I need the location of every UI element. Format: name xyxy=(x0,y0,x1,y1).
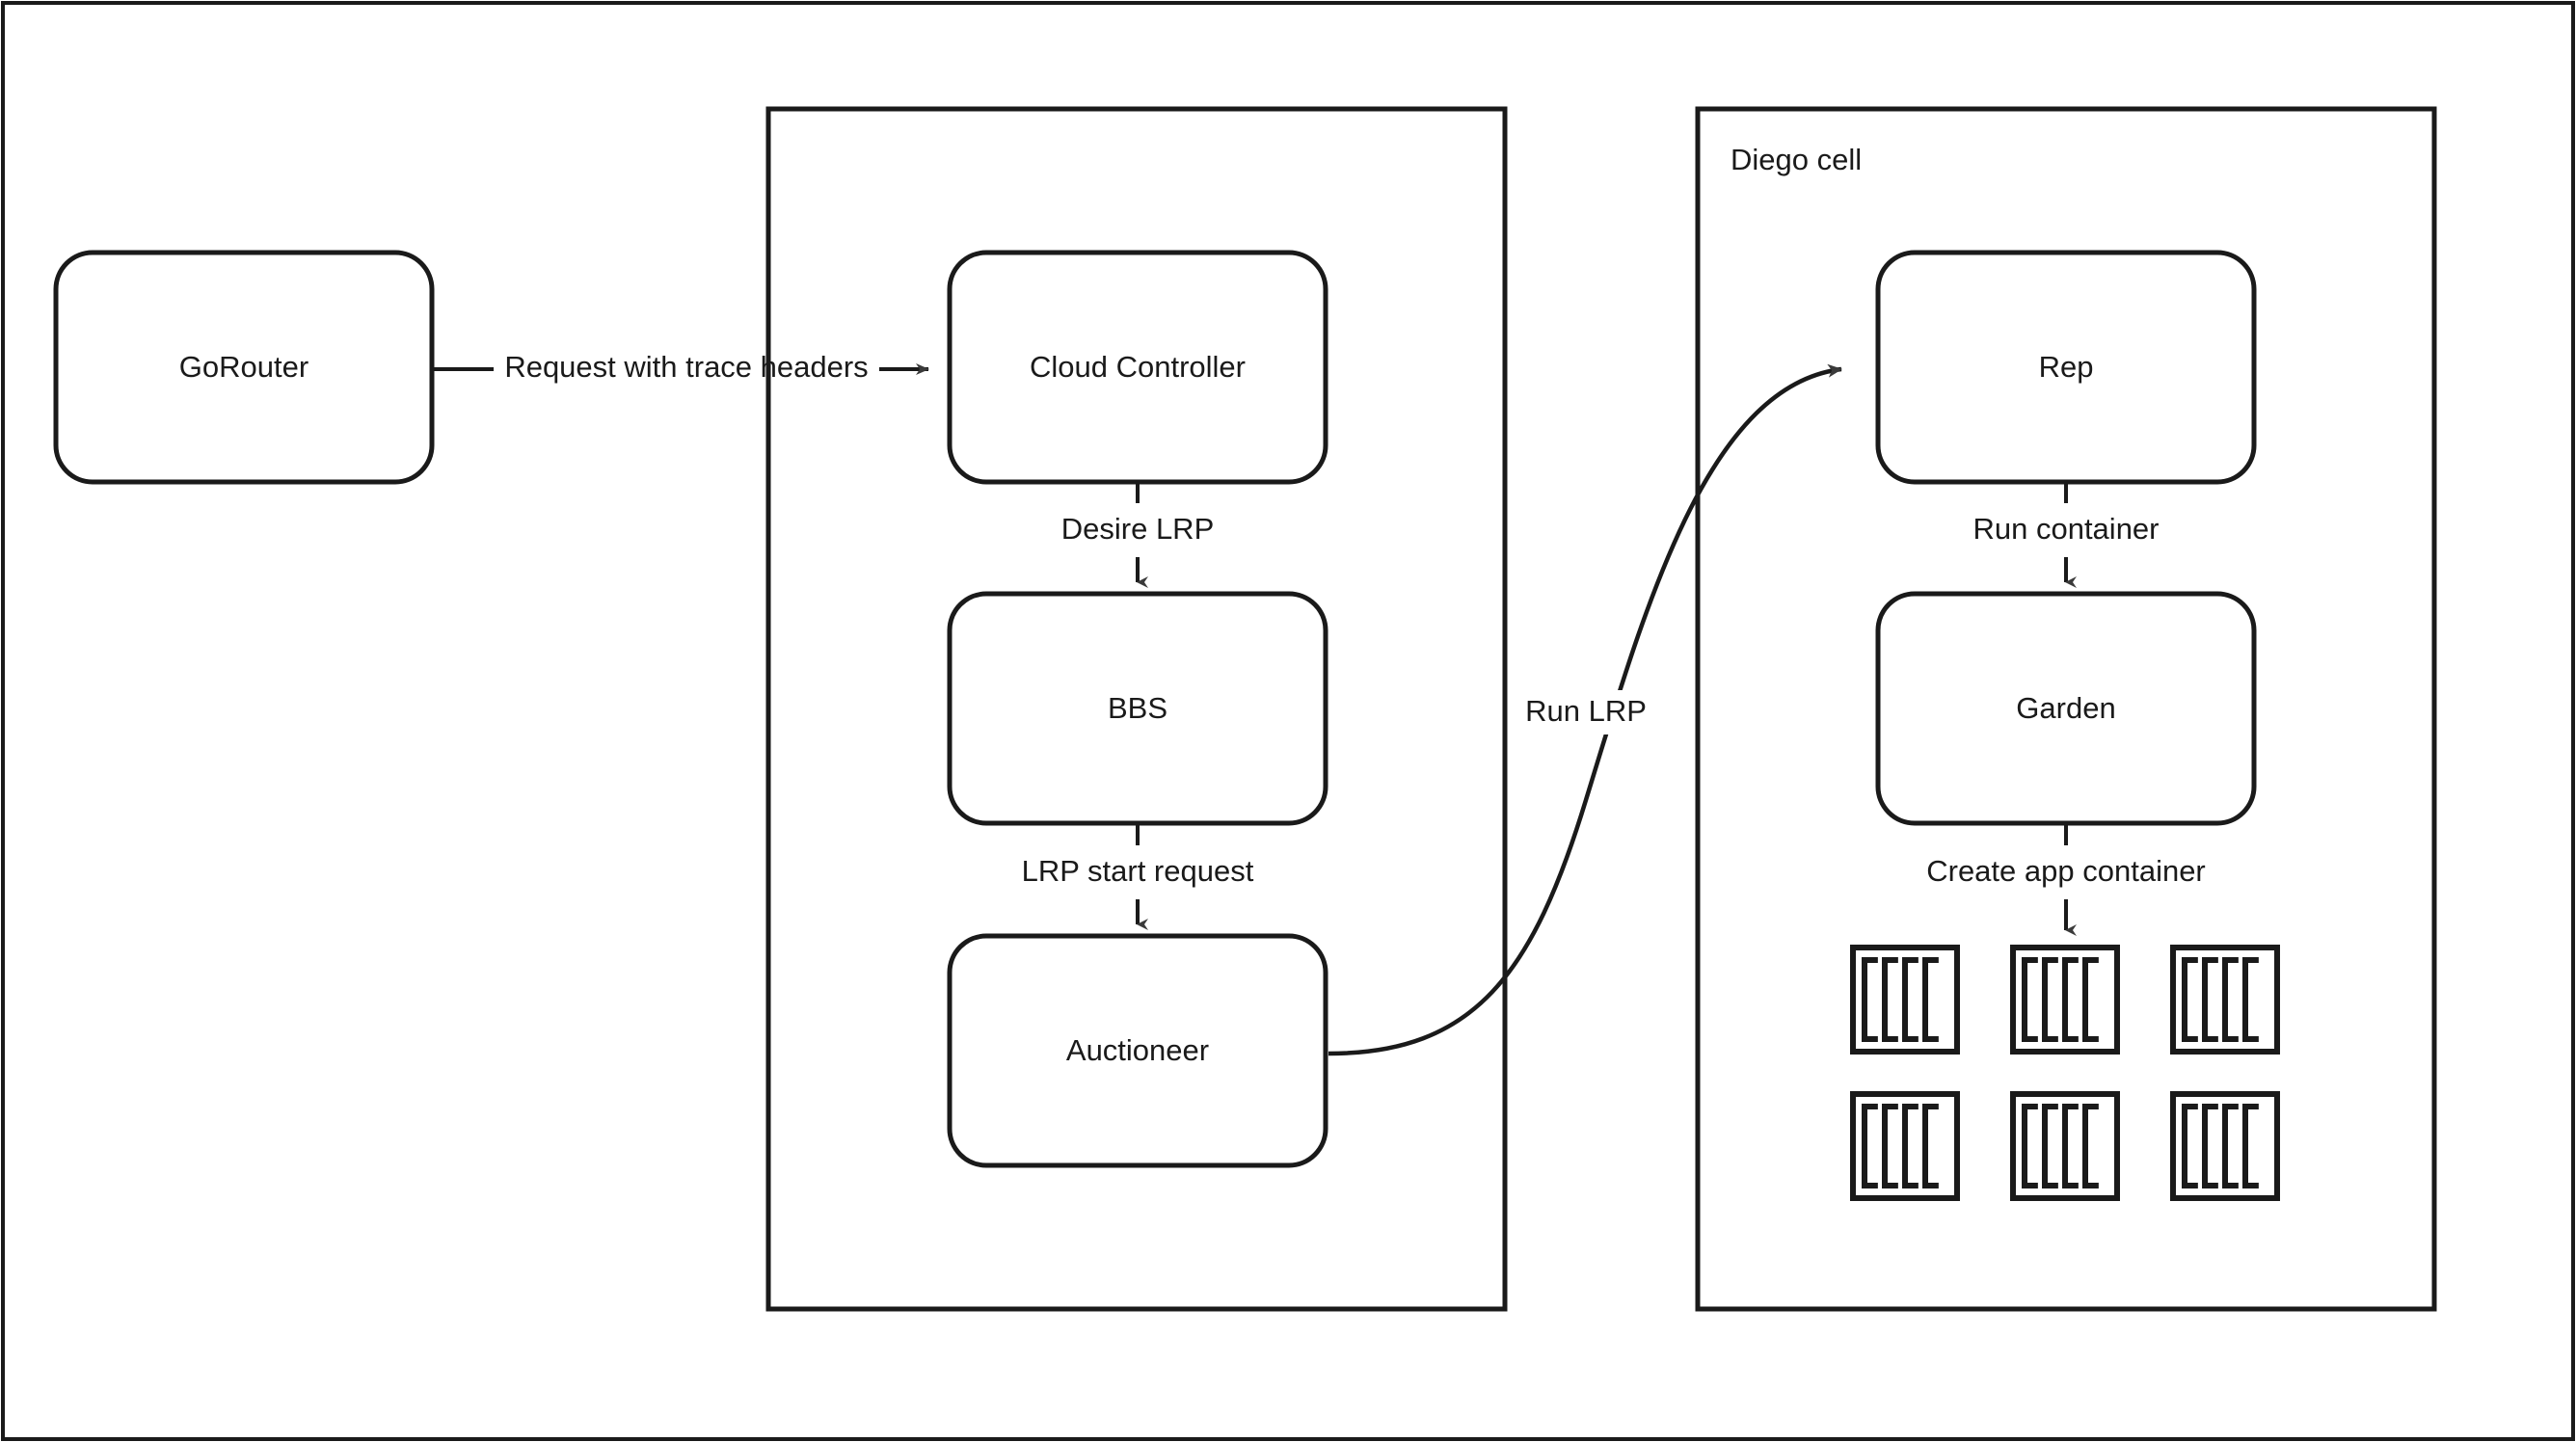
architecture-diagram: Diego cell Request with trace headers De… xyxy=(1,1,2575,1441)
edge-label-run-container: Run container xyxy=(1972,512,2159,546)
node-label-garden: Garden xyxy=(2016,691,2115,725)
node-label-auctioneer: Auctioneer xyxy=(1066,1033,1209,1067)
edge-gorouter-to-cloud-controller: Request with trace headers xyxy=(432,350,929,384)
node-cloud-controller[interactable]: Cloud Controller xyxy=(947,250,1328,485)
edge-label-run-lrp: Run LRP xyxy=(1525,694,1647,728)
node-bbs[interactable]: BBS xyxy=(947,591,1328,826)
node-auctioneer[interactable]: Auctioneer xyxy=(947,933,1328,1168)
edge-label-desire-lrp: Desire LRP xyxy=(1061,512,1215,546)
diagram-canvas: Diego cell Request with trace headers De… xyxy=(0,0,2576,1442)
edge-label-create-app-container: Create app container xyxy=(1926,854,2206,888)
node-rep[interactable]: Rep xyxy=(1875,250,2257,485)
node-gorouter[interactable]: GoRouter xyxy=(53,250,435,485)
node-label-rep: Rep xyxy=(2039,350,2094,384)
node-label-gorouter: GoRouter xyxy=(179,350,309,384)
group-label-diego-cell: Diego cell xyxy=(1731,143,1862,176)
edge-label-request-with-trace-headers: Request with trace headers xyxy=(504,350,868,384)
node-label-bbs: BBS xyxy=(1108,691,1167,725)
edge-label-lrp-start-request: LRP start request xyxy=(1022,854,1254,888)
node-label-cloud-controller: Cloud Controller xyxy=(1030,350,1246,384)
node-garden[interactable]: Garden xyxy=(1875,591,2257,826)
